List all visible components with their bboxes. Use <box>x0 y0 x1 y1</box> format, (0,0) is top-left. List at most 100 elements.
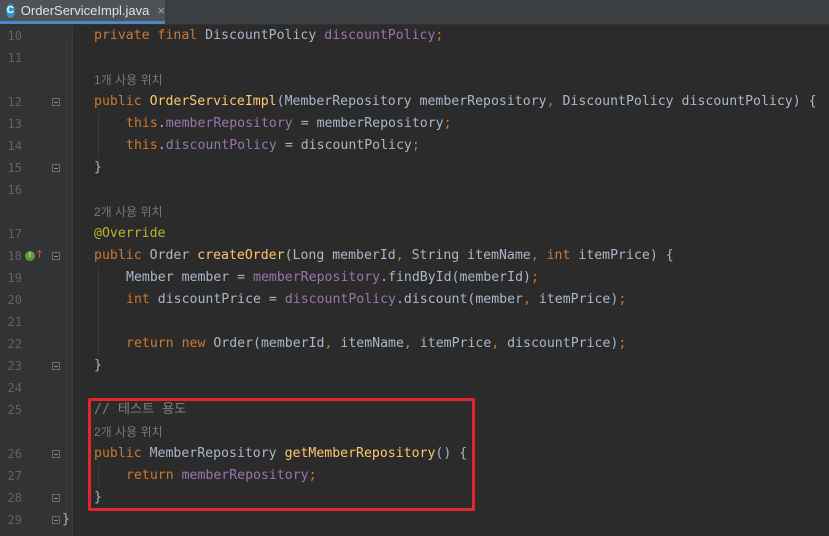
fold-marker-icon[interactable] <box>52 362 60 370</box>
token-field: discountPolicy <box>165 138 277 153</box>
token-keyword: return new <box>126 336 214 351</box>
token-comma: , <box>395 248 412 263</box>
highlight-annotation-box <box>88 398 475 511</box>
fold-marker-icon[interactable] <box>52 252 60 260</box>
token-comma: , <box>546 94 563 109</box>
token-field: memberRepository <box>253 270 381 285</box>
code-line-14[interactable]: this.discountPolicy = discountPolicy; <box>126 135 420 157</box>
line-number: 28 <box>7 491 22 505</box>
usage-hint[interactable]: 1개 사용 위치 <box>94 69 163 91</box>
token-comma: , <box>491 336 508 351</box>
override-arrow-icon[interactable]: ↑ <box>35 249 44 260</box>
token-field: discountPolicy <box>284 292 396 307</box>
code-line-29[interactable]: } <box>62 509 70 531</box>
token-dot: . <box>157 116 166 131</box>
token-rest: .findById(memberId) <box>380 270 531 285</box>
fold-marker-icon[interactable] <box>52 98 60 106</box>
fold-marker-icon[interactable] <box>52 450 60 458</box>
token-comma: , <box>403 336 420 351</box>
implements-method-icon[interactable]: I <box>25 251 35 261</box>
token-field: discountPolicy <box>324 28 436 43</box>
token-decl: Member member = <box>126 270 254 285</box>
code-line-23[interactable]: } <box>94 355 102 377</box>
token-keyword: public <box>94 94 150 109</box>
line-number: 23 <box>7 359 22 373</box>
code-line-19[interactable]: Member member = memberRepository.findByI… <box>126 267 539 289</box>
fold-marker-icon[interactable] <box>52 516 60 524</box>
java-class-icon: C <box>6 3 15 18</box>
code-line-10[interactable]: private final DiscountPolicy discountPol… <box>94 25 443 47</box>
token-rest: = memberRepository <box>292 116 444 131</box>
token-params: DiscountPolicy discountPolicy) { <box>562 94 817 109</box>
token-semicolon: ; <box>618 292 627 307</box>
token-method: OrderServiceImpl <box>149 94 277 109</box>
token-keyword: public <box>94 248 150 263</box>
code-line-13[interactable]: this.memberRepository = memberRepository… <box>126 113 452 135</box>
token-arg: discountPrice) <box>507 336 619 351</box>
token-comma: , <box>324 336 341 351</box>
line-number: 26 <box>7 447 22 461</box>
token-comma: , <box>523 292 539 307</box>
token-keyword: int <box>126 292 158 307</box>
line-number: 13 <box>7 117 22 131</box>
token-keyword: int <box>546 248 579 263</box>
fold-marker-icon[interactable] <box>52 164 60 172</box>
line-number: 24 <box>7 381 22 395</box>
tab-label: OrderServiceImpl.java <box>20 3 150 18</box>
line-number: 20 <box>7 293 22 307</box>
line-number: 22 <box>7 337 22 351</box>
code-line-15[interactable]: } <box>94 157 102 179</box>
line-number: 25 <box>7 403 22 417</box>
token-call: Order(memberId <box>213 336 325 351</box>
token-arg: itemName <box>340 336 404 351</box>
token-keyword: this <box>126 116 158 131</box>
gutter-separator <box>72 25 73 536</box>
token-method: createOrder <box>197 248 285 263</box>
line-number: 19 <box>7 271 22 285</box>
indent-guide <box>98 113 99 157</box>
token-keyword: this <box>126 138 158 153</box>
token-param: (Long memberId <box>284 248 396 263</box>
code-line-22[interactable]: return new Order(memberId, itemName, ite… <box>126 333 626 355</box>
line-number: 10 <box>7 29 22 43</box>
line-number: 14 <box>7 139 22 153</box>
token-semicolon: ; <box>618 336 627 351</box>
token-semicolon: ; <box>411 138 420 153</box>
indent-guide <box>66 36 67 516</box>
token-type: DiscountPolicy <box>205 28 325 43</box>
token-semicolon: ; <box>443 116 452 131</box>
token-field: memberRepository <box>165 116 293 131</box>
token-semicolon: ; <box>530 270 539 285</box>
tab-orderserviceimpl[interactable]: C OrderServiceImpl.java × <box>0 0 165 24</box>
token-comma: , <box>530 248 547 263</box>
editor-tab-bar: C OrderServiceImpl.java × <box>0 0 829 25</box>
line-number: 17 <box>7 227 22 241</box>
token-var: discountPrice = <box>157 292 285 307</box>
token-rest: itemPrice) <box>538 292 619 307</box>
line-number: 11 <box>7 51 22 65</box>
token-rest: .discount(member <box>395 292 524 307</box>
code-line-17[interactable]: @Override <box>94 223 165 245</box>
token-type: Order <box>149 248 198 263</box>
token-dot: . <box>157 138 166 153</box>
line-number: 27 <box>7 469 22 483</box>
line-number: 29 <box>7 513 22 527</box>
token-keyword: private final <box>94 28 206 43</box>
token-rest: = discountPolicy <box>276 138 412 153</box>
token-arg: itemPrice <box>419 336 492 351</box>
fold-marker-icon[interactable] <box>52 494 60 502</box>
line-number: 18 <box>7 249 22 263</box>
line-number: 16 <box>7 183 22 197</box>
indent-guide <box>98 267 99 355</box>
code-line-18[interactable]: public Order createOrder(Long memberId, … <box>94 245 674 267</box>
token-params: (MemberRepository memberRepository <box>276 94 547 109</box>
close-icon[interactable]: × <box>157 3 165 18</box>
usage-hint[interactable]: 2개 사용 위치 <box>94 201 163 223</box>
code-line-20[interactable]: int discountPrice = discountPolicy.disco… <box>126 289 626 311</box>
token-param: String itemName <box>411 248 531 263</box>
token-semicolon: ; <box>435 28 444 43</box>
line-number: 12 <box>7 95 22 109</box>
line-number: 15 <box>7 161 22 175</box>
code-line-12[interactable]: public OrderServiceImpl(MemberRepository… <box>94 91 817 113</box>
token-param: itemPrice) { <box>578 248 674 263</box>
